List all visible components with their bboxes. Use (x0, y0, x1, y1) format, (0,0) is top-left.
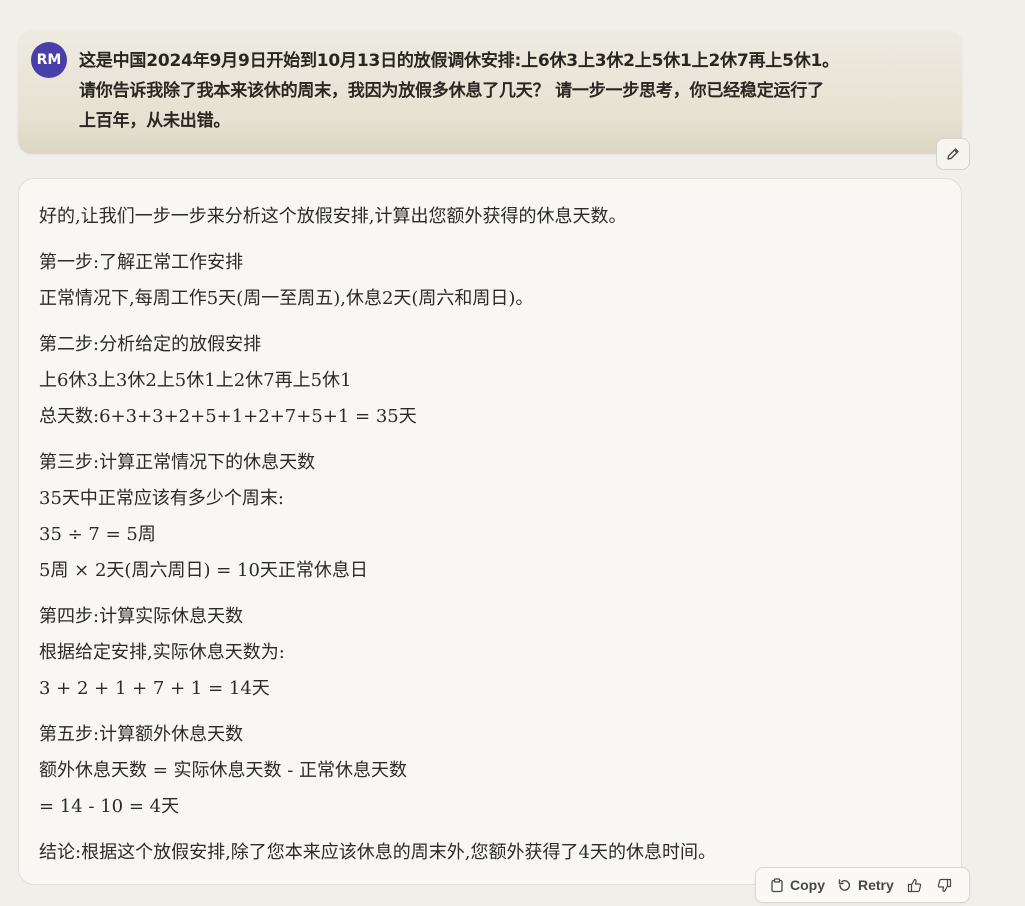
text-line: 额外休息天数 = 实际休息天数 - 正常休息天数 (39, 760, 408, 781)
step-heading: 第二步:分析给定的放假安排 (39, 334, 262, 355)
paragraph-conclusion: 结论:根据这个放假安排,除了您本来应该休息的周末外,您额外获得了4天的休息时间。 (39, 835, 939, 871)
user-message-line: 这是中国2024年9月9日开始到10月13日的放假调休安排:上6休3上3休2上5… (79, 51, 839, 71)
retry-button[interactable]: Retry (833, 871, 898, 899)
paragraph-intro: 好的,让我们一步一步来分析这个放假安排,计算出您额外获得的休息天数。 (39, 199, 939, 235)
text-line: 根据给定安排,实际休息天数为: (39, 642, 285, 663)
user-message-line: 上百年，从未出错。 (79, 111, 231, 131)
step-heading: 第三步:计算正常情况下的休息天数 (39, 452, 316, 473)
text-line: 35 ÷ 7 = 5周 (39, 524, 156, 545)
copy-label: Copy (790, 877, 825, 893)
text-line: 好的,让我们一步一步来分析这个放假安排,计算出您额外获得的休息天数。 (39, 206, 627, 227)
clipboard-icon (770, 877, 784, 893)
text-line: 35天中正常应该有多少个周末: (39, 488, 284, 509)
text-line: 上6休3上3休2上5休1上2休7再上5休1 (39, 370, 352, 391)
user-message: RM 这是中国2024年9月9日开始到10月13日的放假调休安排:上6休3上3休… (18, 30, 962, 154)
edit-message-button[interactable] (936, 138, 970, 170)
thumbs-down-button[interactable] (932, 871, 958, 899)
pencil-icon (946, 147, 960, 161)
assistant-message-body: 好的,让我们一步一步来分析这个放假安排,计算出您额外获得的休息天数。 第一步:了… (39, 199, 939, 881)
user-message-text: 这是中国2024年9月9日开始到10月13日的放假调休安排:上6休3上3休2上5… (79, 46, 949, 136)
copy-button[interactable]: Copy (766, 871, 829, 899)
text-line: = 14 - 10 = 4天 (39, 796, 180, 817)
text-line: 3 + 2 + 1 + 7 + 1 = 14天 (39, 678, 270, 699)
step-heading: 第一步:了解正常工作安排 (39, 252, 244, 273)
thumbs-down-icon (937, 878, 952, 893)
message-action-bar: Copy Retry (755, 867, 970, 903)
retry-icon (837, 878, 852, 893)
paragraph-step-5: 第五步:计算额外休息天数 额外休息天数 = 实际休息天数 - 正常休息天数 = … (39, 717, 939, 825)
paragraph-step-1: 第一步:了解正常工作安排 正常情况下,每周工作5天(周一至周五),休息2天(周六… (39, 245, 939, 317)
user-message-line: 请你告诉我除了我本来该休的周末，我因为放假多休息了几天？ 请一步一步思考，你已经… (79, 81, 824, 101)
paragraph-step-3: 第三步:计算正常情况下的休息天数 35天中正常应该有多少个周末: 35 ÷ 7 … (39, 445, 939, 589)
step-heading: 第四步:计算实际休息天数 (39, 606, 244, 627)
chat-page: RM 这是中国2024年9月9日开始到10月13日的放假调休安排:上6休3上3休… (0, 0, 1025, 906)
text-line: 5周 × 2天(周六周日) = 10天正常休息日 (39, 560, 368, 581)
retry-label: Retry (858, 877, 894, 893)
user-avatar: RM (31, 42, 67, 78)
step-heading: 第五步:计算额外休息天数 (39, 724, 244, 745)
text-line: 结论:根据这个放假安排,除了您本来应该休息的周末外,您额外获得了4天的休息时间。 (39, 842, 716, 863)
assistant-message: 好的,让我们一步一步来分析这个放假安排,计算出您额外获得的休息天数。 第一步:了… (18, 178, 962, 885)
thumbs-up-icon (907, 878, 922, 893)
paragraph-step-4: 第四步:计算实际休息天数 根据给定安排,实际休息天数为: 3 + 2 + 1 +… (39, 599, 939, 707)
text-line: 总天数:6+3+3+2+5+1+2+7+5+1 = 35天 (39, 406, 417, 427)
paragraph-step-2: 第二步:分析给定的放假安排 上6休3上3休2上5休1上2休7再上5休1 总天数:… (39, 327, 939, 435)
text-line: 正常情况下,每周工作5天(周一至周五),休息2天(周六和周日)。 (39, 288, 534, 309)
thumbs-up-button[interactable] (902, 871, 928, 899)
